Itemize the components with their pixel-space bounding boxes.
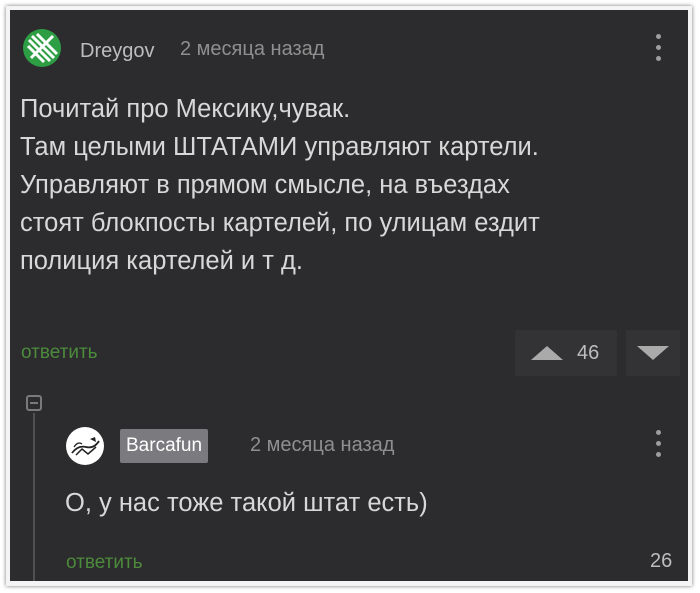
- score-counter: 26: [650, 550, 673, 572]
- more-options-icon[interactable]: [653, 34, 663, 64]
- comment-author[interactable]: Dreygov: [80, 40, 154, 63]
- more-options-icon[interactable]: [653, 430, 663, 460]
- upvote-button[interactable]: 46: [515, 330, 617, 376]
- collapse-thread-icon[interactable]: [26, 395, 42, 411]
- comment-author-badge[interactable]: Barcafun: [120, 429, 209, 463]
- comment-body: Почитай про Мексику,чувак. Там целыми ШТ…: [20, 90, 670, 280]
- thread-line[interactable]: [33, 413, 35, 581]
- leaf-logo-icon[interactable]: [22, 28, 62, 68]
- reply-link[interactable]: ответить: [21, 342, 98, 364]
- downvote-arrow-icon: [637, 346, 669, 360]
- score-counter: 46: [577, 342, 600, 364]
- upvote-arrow-icon: [531, 346, 563, 360]
- reply-link[interactable]: ответить: [66, 552, 143, 574]
- comment-line: Там целыми ШТАТАМИ управляют картели.: [20, 133, 539, 161]
- comment-line: Почитай про Мексику,чувак.: [20, 95, 351, 123]
- comment-body: О, у нас тоже такой штат есть): [65, 489, 428, 517]
- comment-line: стоят блокпосты картелей, по улицам езди…: [20, 209, 540, 237]
- screenshot-frame: Dreygov 2 месяца назад Почитай про Мекси…: [6, 6, 692, 586]
- drawing-avatar-icon[interactable]: [66, 427, 104, 465]
- comment-thread: Dreygov 2 месяца назад Почитай про Мекси…: [10, 10, 688, 581]
- comment-line: Управляют в прямом смысле, на въездах: [20, 171, 510, 199]
- downvote-button[interactable]: [626, 330, 680, 376]
- comment-line: полиция картелей и т д.: [20, 247, 303, 275]
- comment-timestamp: 2 месяца назад: [180, 38, 325, 60]
- comment-timestamp: 2 месяца назад: [250, 434, 395, 456]
